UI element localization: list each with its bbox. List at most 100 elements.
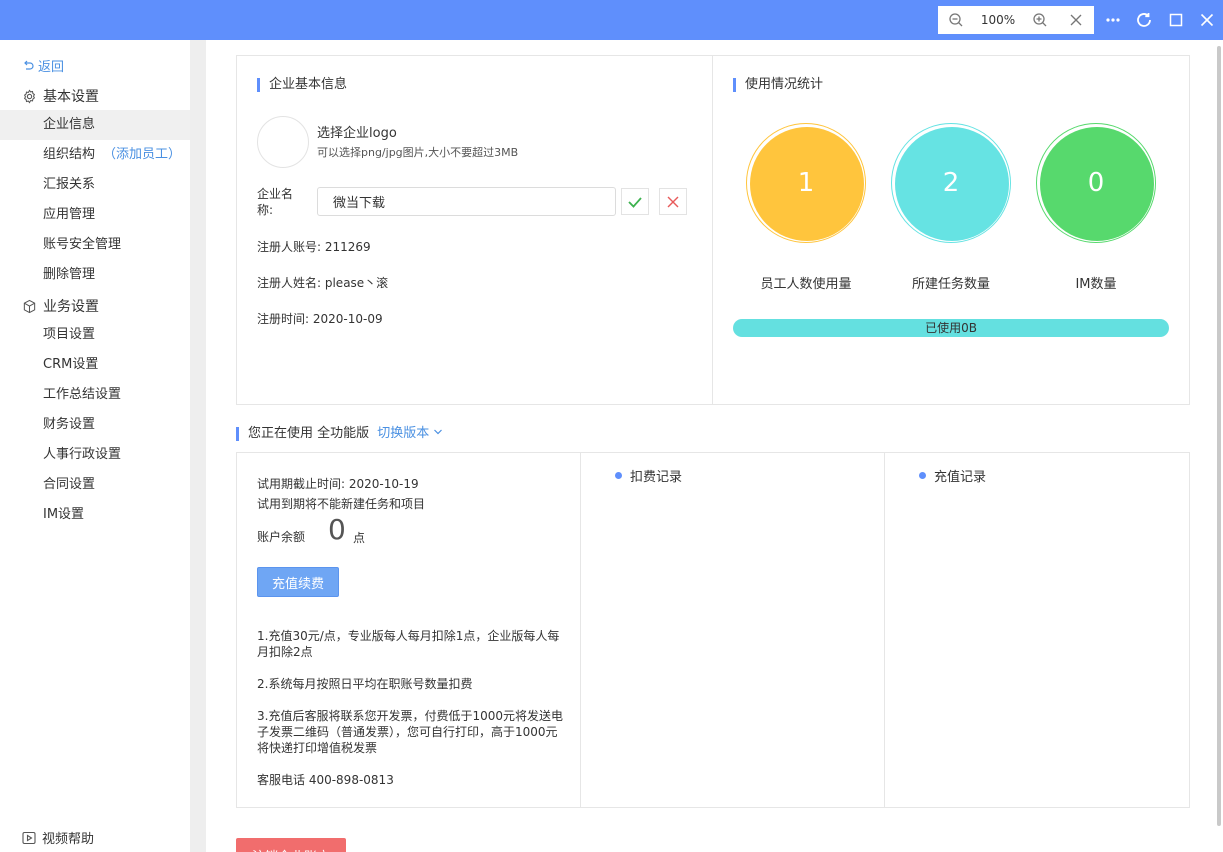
sidebar-item-crm-settings[interactable]: CRM设置 [0,350,190,380]
label-line: 企业名 [257,187,294,201]
switch-version-label: 切换版本 [377,426,430,441]
sidebar-item-label: 应用管理 [43,207,96,222]
logo-title[interactable]: 选择企业logo [317,122,397,141]
check-icon [628,196,642,208]
sidebar: 返回 基本设置 企业信息 组织结构 （添加员工） 汇报关系 应用管理 账号安全管理… [0,40,190,852]
sidebar-item-im-settings[interactable]: IM设置 [0,500,190,530]
sidebar-item-work-summary[interactable]: 工作总结设置 [0,380,190,410]
zoom-out-icon[interactable] [938,6,974,34]
billing-note-2: 2.系统每月按照日平均在职账号数量扣费 [257,677,473,691]
sidebar-item-label: 项目设置 [43,327,96,342]
billing-note-1: 1.充值30元/点，专业版每人每月扣除1点，企业版每人每月扣除2点 [257,629,560,659]
stat-value: 2 [942,168,960,198]
sidebar-item-contract[interactable]: 合同设置 [0,470,190,500]
refresh-icon[interactable] [1132,8,1156,32]
billing-note-3: 3.充值后客服将联系您开发票，付费低于1000元将发送电子发票二维码（普通发票）… [257,709,563,755]
column-divider [884,453,885,807]
sidebar-item-label: 删除管理 [43,267,96,282]
stat-label-im: IM数量 [1075,277,1117,292]
back-link[interactable]: 返回 [22,56,64,75]
company-name-label: 企业名 称: [257,186,293,218]
zoom-control: 100% [938,6,1094,34]
registrant-account: 注册人账号: 211269 [257,240,371,254]
close-icon [667,196,679,207]
sidebar-item-finance[interactable]: 财务设置 [0,410,190,440]
service-phone: 客服电话 400-898-0813 [257,773,394,787]
switch-version-link[interactable]: 切换版本 [377,426,443,441]
cancel-button[interactable] [659,188,687,215]
sidebar-item-label: 组织结构 [43,147,96,162]
logo-hint: 可以选择png/jpg图片,大小不要超过3MB [317,146,519,159]
sidebar-group-label: 基本设置 [43,89,99,105]
sidebar-item-account-security[interactable]: 账号安全管理 [0,230,190,260]
video-help-link[interactable]: 视频帮助 [22,828,94,847]
close-window-icon[interactable] [1195,8,1219,32]
stat-circle-im: 0 [1036,123,1156,243]
back-label: 返回 [38,60,65,75]
stat-circle-employees: 1 [746,123,866,243]
maximize-icon[interactable] [1164,8,1188,32]
scrollbar[interactable] [1215,40,1223,826]
recharge-records-label: 充值记录 [934,470,987,485]
sidebar-group-business: 业务设置 [22,296,99,316]
title-bar: 100% [0,0,1223,40]
sidebar-group-basic: 基本设置 [22,86,99,106]
stat-label-employees: 员工人数使用量 [760,277,852,292]
company-info-panel [236,55,713,405]
version-info: 您正在使用 全功能版 切换版本 [236,426,443,442]
sidebar-item-label: 财务设置 [43,417,96,432]
company-name-input[interactable] [317,187,616,216]
sidebar-item-label: 账号安全管理 [43,237,122,252]
usage-stats-title: 使用情况统计 [733,77,823,93]
bullet-dot [615,472,622,479]
stat-value: 1 [797,168,815,198]
sidebar-item-app-management[interactable]: 应用管理 [0,200,190,230]
cube-icon [23,299,36,313]
company-info-title: 企业基本信息 [257,77,347,93]
stat-circle-tasks: 2 [891,123,1011,243]
more-icon[interactable] [1101,8,1125,32]
sidebar-item-org-structure[interactable]: 组织结构 （添加员工） [0,140,190,170]
sidebar-item-company-info[interactable]: 企业信息 [0,110,190,140]
add-employee-link[interactable]: （添加员工） [103,147,181,162]
recharge-button[interactable]: 充值续费 [257,567,339,597]
sidebar-item-delete-management[interactable]: 删除管理 [0,260,190,290]
sidebar-item-label: 合同设置 [43,477,96,492]
stat-label-tasks: 所建任务数量 [911,277,990,292]
balance-value: 0 [328,513,346,546]
balance-label: 账户余额 [257,530,306,544]
registrant-name: 注册人姓名: please丶滚 [257,276,389,290]
bullet-dot [919,472,926,479]
zoom-in-icon[interactable] [1022,6,1058,34]
deduct-records-label: 扣费记录 [630,470,683,485]
storage-usage-bar: 已使用0B [733,319,1169,337]
column-divider [580,453,581,807]
scrollbar-thumb[interactable] [1217,46,1221,826]
video-help-label: 视频帮助 [42,832,95,847]
sidebar-item-hr-admin[interactable]: 人事行政设置 [0,440,190,470]
gear-icon [23,88,36,104]
zoom-reset-close-icon[interactable] [1058,6,1094,34]
sidebar-item-project-settings[interactable]: 项目设置 [0,320,190,350]
deregister-company-button[interactable]: 注销企业账户 [236,838,346,852]
version-prefix: 您正在使用 全功能版 [248,426,370,441]
sidebar-item-label: CRM设置 [43,357,99,372]
sidebar-item-label: 人事行政设置 [43,447,122,462]
sidebar-group-label: 业务设置 [43,299,99,315]
sidebar-item-label: IM设置 [43,507,85,522]
back-arrow-icon [24,60,34,70]
registration-time: 注册时间: 2020-10-09 [257,312,383,326]
sidebar-item-label: 汇报关系 [43,177,96,192]
logo-upload[interactable] [257,116,309,168]
confirm-button[interactable] [621,188,649,215]
sidebar-item-label: 工作总结设置 [43,387,122,402]
video-icon [22,831,36,844]
balance-unit: 点 [353,531,366,545]
stat-value: 0 [1087,168,1105,198]
zoom-level: 100% [980,13,1016,27]
sidebar-item-label: 企业信息 [43,117,96,132]
deduct-records-title: 扣费记录 [615,466,682,485]
sidebar-item-reporting[interactable]: 汇报关系 [0,170,190,200]
chevron-down-icon [434,429,443,435]
recharge-records-title: 充值记录 [919,466,986,485]
